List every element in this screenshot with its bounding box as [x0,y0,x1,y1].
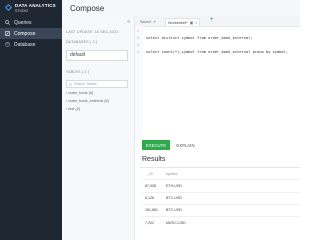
tab-worksheet[interactable]: Worksheet* ▣ × [165,18,201,26]
editor-tabs: Saved ▾ Worksheet* ▣ × + [135,16,300,27]
divider [142,216,300,217]
brand-title: DATA ANALYTICS [15,3,56,8]
code-line[interactable]: select distinct symbol from order_book_e… [146,36,253,40]
tables-label: TABLES ( 3 ) [66,70,90,74]
brand-subtitle: STUDIO [15,9,29,13]
table-cell: 8,126 [145,196,154,200]
column-header: _c0 [147,172,153,176]
table-item[interactable]: › order_book_external (6) [66,99,109,103]
chevron-down-icon: ▾ [153,20,156,24]
search-tables-input[interactable]: ⚲ Search Tables [66,80,128,88]
sidebar-item-queries[interactable]: Queries [0,17,62,28]
tab-label: Saved [140,19,151,24]
sidebar: DATA ANALYTICS STUDIO Queries Compose Da… [0,0,62,240]
search-placeholder: Search Tables [73,82,97,86]
table-item-label: test (2) [68,107,81,111]
table-cell: 7,202 [145,221,154,225]
save-icon[interactable]: ▣ [190,20,194,25]
table-cell: ETH-USD [166,184,182,188]
action-bar: EXECUTE EXPLAIN [140,140,300,152]
divider [142,179,300,180]
app-window: DATA ANALYTICS STUDIO Queries Compose Da… [0,0,300,240]
line-number: 3 [137,43,139,47]
sidebar-item-compose[interactable]: Compose [0,28,62,39]
column-header: symbol [166,172,178,176]
tab-label: Worksheet* [168,20,188,25]
add-tab-button[interactable]: + [210,17,214,23]
table-cell: 87,008 [145,184,156,188]
header: Compose [62,0,300,17]
table-cell: BTC-USD [166,196,182,200]
divider [140,167,300,168]
database-select[interactable]: default [66,50,128,61]
table-cell: BTC-USD [166,208,182,212]
sidebar-item-label: Queries [14,19,32,26]
page-title: Compose [70,4,105,13]
tab-saved[interactable]: Saved ▾ [140,18,156,25]
divider [142,204,300,205]
database-icon [5,42,10,47]
table-item-label: order_book (6) [68,91,94,95]
divider [142,192,300,193]
line-number: 1 [137,29,139,33]
close-icon[interactable]: × [195,21,197,25]
last-update: LAST UPDATE: 10 sec ago. [66,30,120,34]
table-item[interactable]: › test (2) [66,107,80,111]
databases-label: DATABASES ( 3 ) [66,40,98,44]
collapse-icon[interactable]: « [127,19,130,25]
editor-area: Saved ▾ Worksheet* ▣ × + 1 2 3 4 select … [135,16,300,140]
logo-icon [5,4,12,11]
search-icon: ⚲ [69,81,72,87]
sidebar-item-label: Compose [14,30,36,37]
compose-icon [5,31,10,36]
table-cell: 181,881 [145,208,158,212]
execute-button[interactable]: EXECUTE [142,140,170,150]
table-item[interactable]: › order_book (6) [66,91,93,95]
table-item-label: order_book_external (6) [68,99,109,103]
brand: DATA ANALYTICS STUDIO [5,3,61,15]
code-line[interactable]: select count(*),symbol from order_book_e… [146,50,288,54]
results-title: Results [142,156,166,163]
schema-panel: « LAST UPDATE: 10 sec ago. DATABASES ( 3… [62,16,135,240]
line-number: 4 [137,50,139,54]
search-icon [5,20,10,25]
table-cell: MATIC-USD [166,221,186,225]
line-number: 2 [137,36,139,40]
sidebar-item-label: Database [14,41,36,48]
sidebar-item-database[interactable]: Database [0,39,62,50]
explain-button[interactable]: EXPLAIN [173,140,198,150]
